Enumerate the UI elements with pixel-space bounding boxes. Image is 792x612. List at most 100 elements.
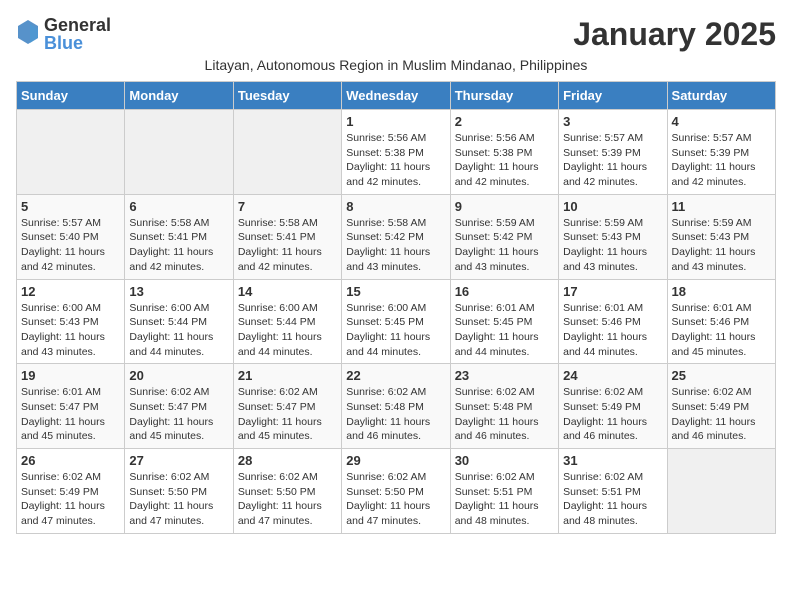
calendar-cell: 27 Sunrise: 6:02 AMSunset: 5:50 PMDaylig…: [125, 449, 233, 534]
day-number: 19: [21, 368, 120, 383]
day-info: Sunrise: 6:02 AMSunset: 5:50 PMDaylight:…: [129, 470, 228, 529]
calendar-cell: [233, 110, 341, 195]
day-number: 2: [455, 114, 554, 129]
subtitle: Litayan, Autonomous Region in Muslim Min…: [16, 57, 776, 73]
day-number: 25: [672, 368, 771, 383]
calendar-cell: 23 Sunrise: 6:02 AMSunset: 5:48 PMDaylig…: [450, 364, 558, 449]
day-number: 9: [455, 199, 554, 214]
calendar-cell: 5 Sunrise: 5:57 AMSunset: 5:40 PMDayligh…: [17, 194, 125, 279]
calendar-cell: 10 Sunrise: 5:59 AMSunset: 5:43 PMDaylig…: [559, 194, 667, 279]
day-info: Sunrise: 5:57 AMSunset: 5:39 PMDaylight:…: [672, 131, 771, 190]
calendar-cell: 4 Sunrise: 5:57 AMSunset: 5:39 PMDayligh…: [667, 110, 775, 195]
day-number: 24: [563, 368, 662, 383]
day-number: 14: [238, 284, 337, 299]
day-number: 28: [238, 453, 337, 468]
calendar-cell: 11 Sunrise: 5:59 AMSunset: 5:43 PMDaylig…: [667, 194, 775, 279]
day-info: Sunrise: 6:02 AMSunset: 5:49 PMDaylight:…: [21, 470, 120, 529]
logo: General Blue: [16, 16, 111, 52]
day-number: 30: [455, 453, 554, 468]
calendar-cell: 26 Sunrise: 6:02 AMSunset: 5:49 PMDaylig…: [17, 449, 125, 534]
day-number: 10: [563, 199, 662, 214]
day-number: 29: [346, 453, 445, 468]
calendar-cell: 28 Sunrise: 6:02 AMSunset: 5:50 PMDaylig…: [233, 449, 341, 534]
day-info: Sunrise: 5:59 AMSunset: 5:43 PMDaylight:…: [672, 216, 771, 275]
day-info: Sunrise: 6:00 AMSunset: 5:45 PMDaylight:…: [346, 301, 445, 360]
calendar-cell: 12 Sunrise: 6:00 AMSunset: 5:43 PMDaylig…: [17, 279, 125, 364]
day-number: 3: [563, 114, 662, 129]
day-info: Sunrise: 5:58 AMSunset: 5:41 PMDaylight:…: [129, 216, 228, 275]
calendar-week-5: 26 Sunrise: 6:02 AMSunset: 5:49 PMDaylig…: [17, 449, 776, 534]
day-number: 22: [346, 368, 445, 383]
day-number: 8: [346, 199, 445, 214]
day-number: 26: [21, 453, 120, 468]
calendar-cell: 20 Sunrise: 6:02 AMSunset: 5:47 PMDaylig…: [125, 364, 233, 449]
day-info: Sunrise: 5:58 AMSunset: 5:41 PMDaylight:…: [238, 216, 337, 275]
day-info: Sunrise: 6:01 AMSunset: 5:46 PMDaylight:…: [672, 301, 771, 360]
day-info: Sunrise: 6:02 AMSunset: 5:47 PMDaylight:…: [129, 385, 228, 444]
col-saturday: Saturday: [667, 82, 775, 110]
calendar-cell: 18 Sunrise: 6:01 AMSunset: 5:46 PMDaylig…: [667, 279, 775, 364]
calendar-week-2: 5 Sunrise: 5:57 AMSunset: 5:40 PMDayligh…: [17, 194, 776, 279]
day-number: 7: [238, 199, 337, 214]
logo-text: General Blue: [44, 16, 111, 52]
day-info: Sunrise: 5:57 AMSunset: 5:40 PMDaylight:…: [21, 216, 120, 275]
col-friday: Friday: [559, 82, 667, 110]
day-info: Sunrise: 6:01 AMSunset: 5:47 PMDaylight:…: [21, 385, 120, 444]
day-number: 20: [129, 368, 228, 383]
day-number: 5: [21, 199, 120, 214]
day-number: 31: [563, 453, 662, 468]
day-info: Sunrise: 6:02 AMSunset: 5:51 PMDaylight:…: [563, 470, 662, 529]
calendar-cell: 21 Sunrise: 6:02 AMSunset: 5:47 PMDaylig…: [233, 364, 341, 449]
calendar-cell: [125, 110, 233, 195]
calendar-table: Sunday Monday Tuesday Wednesday Thursday…: [16, 81, 776, 534]
day-info: Sunrise: 5:59 AMSunset: 5:43 PMDaylight:…: [563, 216, 662, 275]
header: General Blue January 2025: [16, 16, 776, 53]
calendar-cell: 14 Sunrise: 6:00 AMSunset: 5:44 PMDaylig…: [233, 279, 341, 364]
calendar-cell: 19 Sunrise: 6:01 AMSunset: 5:47 PMDaylig…: [17, 364, 125, 449]
calendar-week-1: 1 Sunrise: 5:56 AMSunset: 5:38 PMDayligh…: [17, 110, 776, 195]
day-info: Sunrise: 6:01 AMSunset: 5:45 PMDaylight:…: [455, 301, 554, 360]
day-info: Sunrise: 6:00 AMSunset: 5:44 PMDaylight:…: [129, 301, 228, 360]
day-number: 4: [672, 114, 771, 129]
day-number: 18: [672, 284, 771, 299]
col-monday: Monday: [125, 82, 233, 110]
day-number: 6: [129, 199, 228, 214]
calendar-cell: [667, 449, 775, 534]
calendar-week-3: 12 Sunrise: 6:00 AMSunset: 5:43 PMDaylig…: [17, 279, 776, 364]
day-number: 11: [672, 199, 771, 214]
calendar-cell: 9 Sunrise: 5:59 AMSunset: 5:42 PMDayligh…: [450, 194, 558, 279]
day-number: 1: [346, 114, 445, 129]
day-info: Sunrise: 6:02 AMSunset: 5:48 PMDaylight:…: [455, 385, 554, 444]
day-number: 21: [238, 368, 337, 383]
day-info: Sunrise: 5:59 AMSunset: 5:42 PMDaylight:…: [455, 216, 554, 275]
day-info: Sunrise: 6:02 AMSunset: 5:48 PMDaylight:…: [346, 385, 445, 444]
day-number: 27: [129, 453, 228, 468]
day-info: Sunrise: 6:02 AMSunset: 5:50 PMDaylight:…: [238, 470, 337, 529]
calendar-cell: 7 Sunrise: 5:58 AMSunset: 5:41 PMDayligh…: [233, 194, 341, 279]
day-info: Sunrise: 6:02 AMSunset: 5:49 PMDaylight:…: [672, 385, 771, 444]
calendar-cell: 30 Sunrise: 6:02 AMSunset: 5:51 PMDaylig…: [450, 449, 558, 534]
day-info: Sunrise: 6:00 AMSunset: 5:44 PMDaylight:…: [238, 301, 337, 360]
calendar-cell: 8 Sunrise: 5:58 AMSunset: 5:42 PMDayligh…: [342, 194, 450, 279]
day-number: 12: [21, 284, 120, 299]
day-info: Sunrise: 6:01 AMSunset: 5:46 PMDaylight:…: [563, 301, 662, 360]
calendar-cell: 3 Sunrise: 5:57 AMSunset: 5:39 PMDayligh…: [559, 110, 667, 195]
calendar-cell: 16 Sunrise: 6:01 AMSunset: 5:45 PMDaylig…: [450, 279, 558, 364]
col-tuesday: Tuesday: [233, 82, 341, 110]
day-info: Sunrise: 6:02 AMSunset: 5:50 PMDaylight:…: [346, 470, 445, 529]
calendar-cell: [17, 110, 125, 195]
calendar-cell: 13 Sunrise: 6:00 AMSunset: 5:44 PMDaylig…: [125, 279, 233, 364]
calendar-cell: 29 Sunrise: 6:02 AMSunset: 5:50 PMDaylig…: [342, 449, 450, 534]
day-info: Sunrise: 5:56 AMSunset: 5:38 PMDaylight:…: [455, 131, 554, 190]
col-sunday: Sunday: [17, 82, 125, 110]
logo-general: General: [44, 16, 111, 34]
day-info: Sunrise: 6:02 AMSunset: 5:49 PMDaylight:…: [563, 385, 662, 444]
calendar-cell: 1 Sunrise: 5:56 AMSunset: 5:38 PMDayligh…: [342, 110, 450, 195]
calendar-cell: 2 Sunrise: 5:56 AMSunset: 5:38 PMDayligh…: [450, 110, 558, 195]
calendar-week-4: 19 Sunrise: 6:01 AMSunset: 5:47 PMDaylig…: [17, 364, 776, 449]
col-wednesday: Wednesday: [342, 82, 450, 110]
month-title: January 2025: [573, 16, 776, 53]
day-number: 17: [563, 284, 662, 299]
day-info: Sunrise: 5:58 AMSunset: 5:42 PMDaylight:…: [346, 216, 445, 275]
calendar-cell: 24 Sunrise: 6:02 AMSunset: 5:49 PMDaylig…: [559, 364, 667, 449]
